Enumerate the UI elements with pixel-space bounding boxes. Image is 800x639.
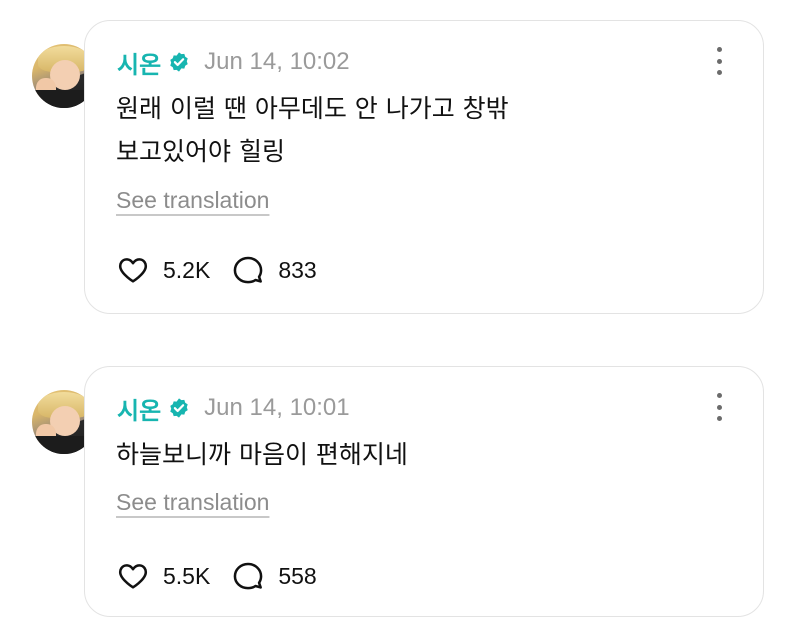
see-translation-link[interactable]: See translation bbox=[116, 489, 269, 516]
comment-count: 833 bbox=[278, 256, 317, 283]
post-header: 시온 Jun 14, 10:02 bbox=[117, 45, 350, 79]
username[interactable]: 시온 bbox=[117, 45, 161, 80]
timestamp: Jun 14, 10:01 bbox=[204, 394, 350, 421]
post-actions: 5.2K 833 bbox=[117, 253, 339, 287]
heart-icon[interactable] bbox=[117, 254, 149, 286]
like-count: 5.2K bbox=[163, 256, 211, 283]
heart-icon[interactable] bbox=[117, 560, 149, 592]
verified-badge-icon bbox=[168, 397, 190, 419]
post-feed: 시온 Jun 14, 10:02 원래 이럴 땐 아무데도 안 나가고 창밖 보… bbox=[0, 0, 800, 639]
timestamp: Jun 14, 10:02 bbox=[204, 48, 350, 75]
verified-badge-icon bbox=[168, 51, 190, 73]
post-text: 원래 이럴 땐 아무데도 안 나가고 창밖 보고있어야 힐링 bbox=[116, 94, 509, 166]
comment-bubble-icon[interactable] bbox=[232, 254, 264, 286]
post-card: 시온 Jun 14, 10:01 하늘보니까 마음이 편해지네 See tran… bbox=[84, 366, 764, 617]
post-text: 하늘보니까 마음이 편해지네 bbox=[116, 440, 408, 469]
comment-bubble-icon[interactable] bbox=[232, 560, 264, 592]
like-count: 5.5K bbox=[163, 562, 211, 589]
post-card: 시온 Jun 14, 10:02 원래 이럴 땐 아무데도 안 나가고 창밖 보… bbox=[84, 20, 764, 314]
see-translation-link[interactable]: See translation bbox=[116, 187, 269, 214]
post-actions: 5.5K 558 bbox=[117, 559, 339, 593]
more-vertical-icon[interactable] bbox=[715, 47, 723, 75]
comment-count: 558 bbox=[278, 562, 317, 589]
post-header: 시온 Jun 14, 10:01 bbox=[117, 391, 350, 425]
username[interactable]: 시온 bbox=[117, 391, 161, 426]
more-vertical-icon[interactable] bbox=[715, 393, 723, 421]
